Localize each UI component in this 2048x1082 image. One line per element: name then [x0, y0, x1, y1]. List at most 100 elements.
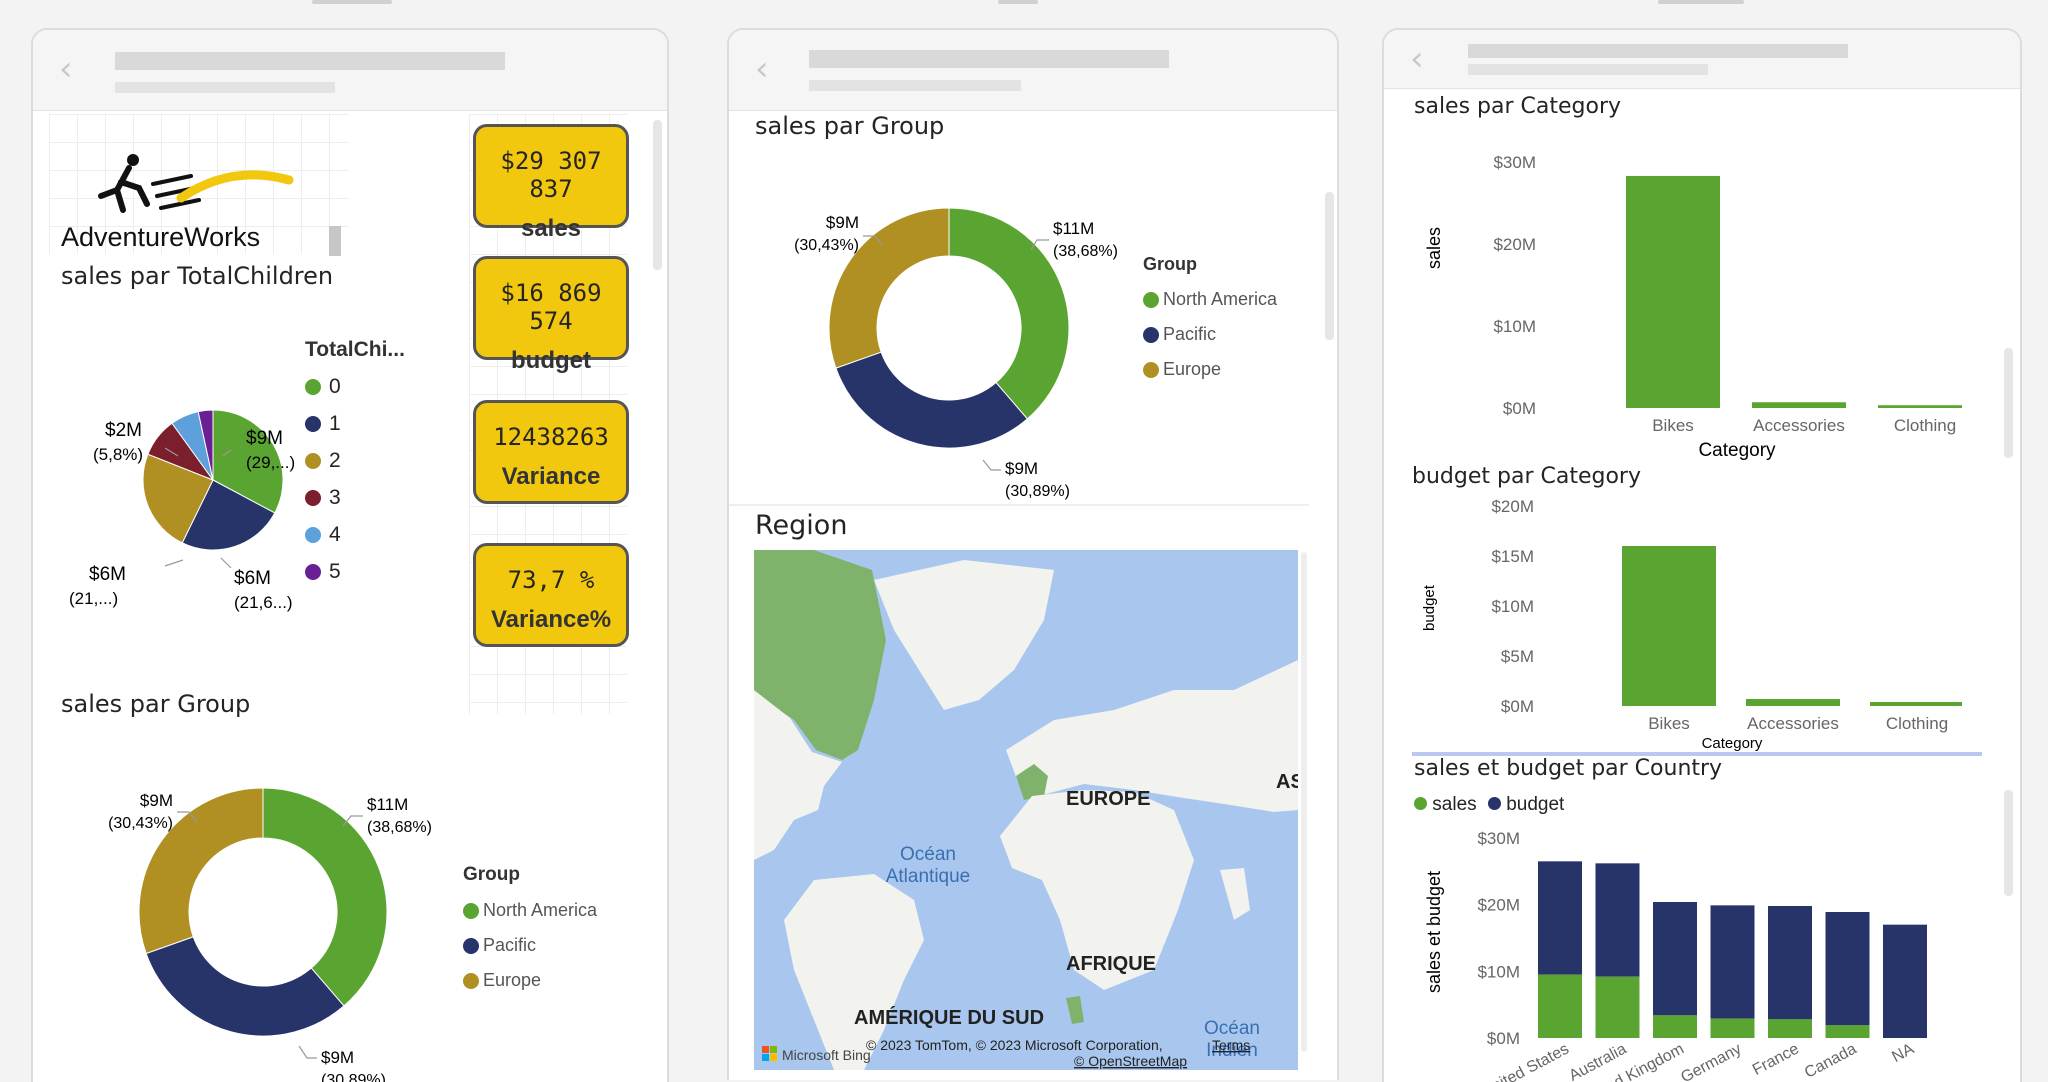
chevron-left-icon[interactable]: ‹	[1410, 42, 1424, 76]
kpi-card-budget[interactable]: $16 869 574 budget	[473, 256, 629, 374]
x-tick-label: Germany	[1678, 1041, 1744, 1082]
bar-budget-4[interactable]	[1768, 906, 1812, 1020]
donut-label-pac: $9M	[1005, 459, 1038, 478]
legend-dot	[463, 937, 479, 954]
header-title-placeholder	[809, 50, 1169, 68]
scrollbar[interactable]	[2004, 348, 2013, 458]
bar-budget-1[interactable]	[1595, 863, 1640, 977]
legend-label: 4	[329, 523, 341, 546]
stacked-bar-chart-country[interactable]: sales et budget $30M$20M$10M$0MUnited St…	[1402, 820, 1982, 1082]
y-tick-label: $0M	[1501, 697, 1534, 716]
bar-bikes[interactable]	[1626, 175, 1720, 408]
bar-sales-2[interactable]	[1653, 1015, 1697, 1038]
donut-legend-title: Group	[463, 864, 520, 885]
donut-chart[interactable]: $9M (30,43%) $11M (38,68%) $9M (30,89%)	[769, 180, 1169, 510]
chart-title-budget-category: budget par Category	[1412, 464, 1641, 489]
mobile-panel-1: ‹ AdventureWorks $29 307 837 sales $16 8…	[31, 28, 669, 1082]
bar-sales-5[interactable]	[1825, 1025, 1870, 1038]
y-tick-label: $30M	[1477, 829, 1520, 848]
donut-chart-title: sales par Group	[61, 690, 251, 718]
kpi-card-variance-percent[interactable]: 73,7 % Variance%	[473, 543, 629, 647]
pie-legend: TotalChi... 0 1 2 3 4 5	[305, 338, 405, 584]
panel-header: ‹	[1384, 30, 2020, 89]
donut-label-na: $11M	[1053, 219, 1094, 238]
region-map[interactable]: EUROPE AS Océan Atlantique AFRIQUE AMÉRI…	[754, 550, 1298, 1070]
x-tick-label: Canada	[1802, 1040, 1860, 1081]
scrollbar[interactable]	[1325, 192, 1334, 340]
map-credit: © 2023 TomTom, © 2023 Microsoft Corporat…	[866, 1037, 1163, 1053]
donut-slice-europe[interactable]	[138, 787, 264, 955]
legend-label: 0	[329, 375, 341, 398]
donut-slice-north-america[interactable]	[948, 207, 1070, 420]
donut-legend-item[interactable]: North America	[1143, 289, 1277, 310]
map-osm-link[interactable]: © OpenStreetMap	[1074, 1053, 1187, 1069]
donut-slice-pacific[interactable]	[835, 351, 1029, 449]
pie-legend-item[interactable]: 3	[305, 486, 405, 510]
pie-label-29-pct: (29,...)	[246, 453, 295, 472]
cyclist-logo-icon	[98, 154, 294, 213]
bar-sales-3[interactable]	[1710, 1018, 1755, 1038]
bar-chart-budget-category[interactable]: budget Category $20M $15M $10M $5M $0M Bikes A…	[1402, 494, 1962, 754]
bar-budget-6[interactable]	[1883, 924, 1927, 1038]
bar-clothing[interactable]	[1870, 702, 1962, 706]
bar-budget-2[interactable]	[1653, 902, 1697, 1016]
bar-accessories[interactable]	[1752, 402, 1846, 408]
chart3-legend: sales budget	[1414, 794, 1564, 816]
bar-bikes[interactable]	[1622, 546, 1716, 706]
kpi-label: sales	[520, 215, 582, 242]
x-tick-label: Bikes	[1652, 416, 1694, 435]
chevron-left-icon[interactable]: ‹	[755, 52, 769, 86]
kpi-card-sales[interactable]: $29 307 837 sales	[473, 124, 629, 242]
legend-label-budget: budget	[1506, 794, 1565, 815]
pie-legend-item[interactable]: 4	[305, 523, 405, 547]
donut-legend-item[interactable]: Pacific	[1143, 324, 1277, 345]
donut-slice-europe[interactable]	[828, 207, 950, 369]
logo-handle	[329, 226, 341, 256]
legend-dot	[305, 490, 321, 506]
donut-label-eu-pct: (30,43%)	[108, 815, 173, 832]
pie-legend-item[interactable]: 2	[305, 449, 405, 473]
pie-legend-item[interactable]: 1	[305, 412, 405, 436]
y-tick-label: $10M	[1477, 962, 1520, 981]
page-tab-2[interactable]	[998, 0, 1038, 4]
scrollbar[interactable]	[2004, 790, 2013, 896]
x-axis-label: Category	[1698, 440, 1776, 461]
bar-budget-5[interactable]	[1825, 912, 1870, 1026]
bar-budget-0[interactable]	[1538, 861, 1582, 975]
page-tab-1[interactable]	[312, 0, 392, 4]
donut-legend-item[interactable]: Europe	[463, 970, 597, 991]
donut-legend-item[interactable]: Pacific	[463, 935, 597, 956]
kpi-card-variance[interactable]: 12438263 Variance	[473, 400, 629, 504]
y-axis-label: budget	[1421, 584, 1438, 631]
legend-dot	[305, 527, 321, 543]
bar-chart-sales-category[interactable]: sales Category $30M $20M $10M $0M Bikes Acces…	[1402, 126, 1962, 466]
bar-clothing[interactable]	[1878, 405, 1962, 408]
chevron-left-icon[interactable]: ‹	[59, 52, 73, 86]
bar-sales-0[interactable]	[1538, 974, 1582, 1038]
donut-legend-item[interactable]: North America	[463, 900, 597, 921]
pie-legend-title: TotalChi...	[305, 338, 405, 361]
pie-legend-item[interactable]: 0	[305, 375, 405, 399]
map-terms-link[interactable]: Terms	[1212, 1037, 1250, 1053]
header-subtitle-placeholder	[1468, 64, 1708, 75]
page-tab-3[interactable]	[1658, 0, 1744, 4]
y-tick-label: $0M	[1503, 399, 1536, 418]
bar-sales-1[interactable]	[1595, 976, 1640, 1038]
donut-legend-item[interactable]: Europe	[1143, 359, 1277, 380]
bar-budget-3[interactable]	[1710, 905, 1755, 1019]
legend-label: 3	[329, 486, 341, 509]
donut-slice-pacific[interactable]	[145, 936, 345, 1037]
legend-label: 5	[329, 560, 341, 583]
pie-label-21-6-pct: (21,6...)	[234, 593, 293, 612]
bar-sales-4[interactable]	[1768, 1019, 1812, 1038]
map-label-africa: AFRIQUE	[1066, 953, 1156, 975]
pie-chart-title: sales par TotalChildren	[61, 262, 334, 290]
pie-label-29: $9M	[246, 428, 283, 449]
pie-legend-item[interactable]: 5	[305, 560, 405, 584]
donut-label-eu-pct: (30,43%)	[794, 237, 859, 254]
adventureworks-logo: AdventureWorks	[61, 138, 341, 258]
legend-dot-budget	[1487, 797, 1501, 810]
scrollbar[interactable]	[653, 120, 662, 270]
bar-accessories[interactable]	[1746, 699, 1840, 706]
map-scrollbar[interactable]	[1301, 552, 1307, 1052]
